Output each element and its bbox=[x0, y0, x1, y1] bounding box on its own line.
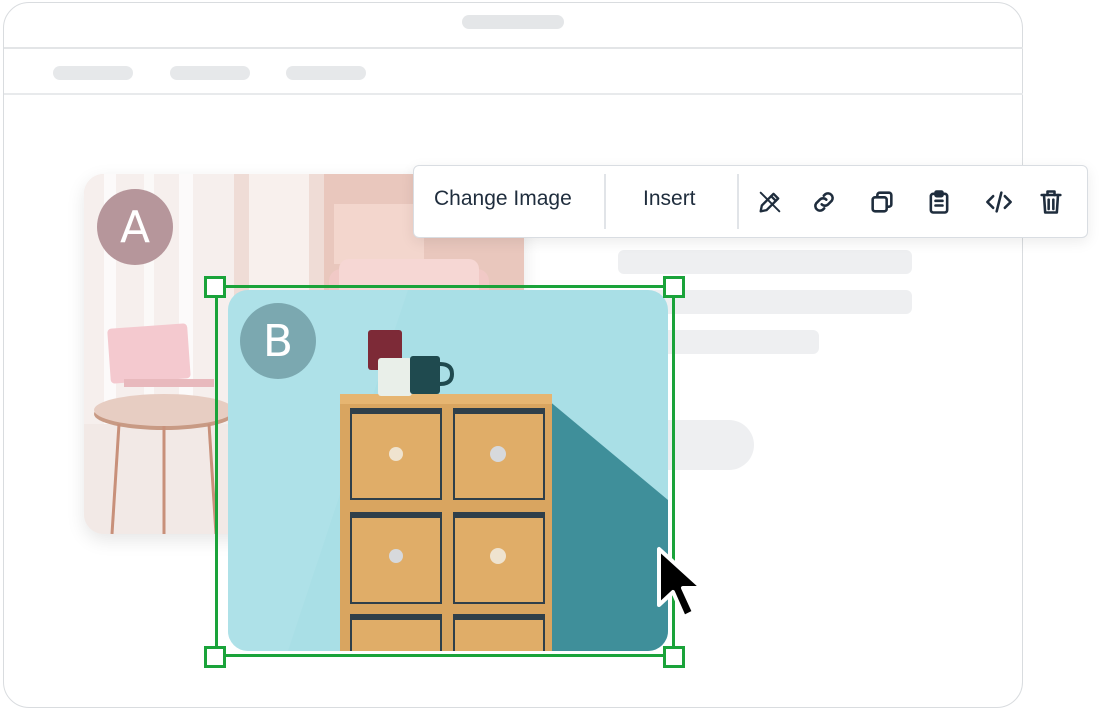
toolbar-separator bbox=[737, 174, 739, 229]
nav-divider bbox=[4, 93, 1023, 95]
title-bar-placeholder bbox=[462, 15, 564, 29]
image-toolbar: Change Image Insert bbox=[413, 165, 1088, 238]
toolbar-separator bbox=[604, 174, 606, 229]
trash-icon[interactable] bbox=[1037, 188, 1065, 216]
duplicate-icon[interactable] bbox=[868, 188, 896, 216]
clipboard-icon[interactable] bbox=[925, 188, 953, 216]
image-a-badge: A bbox=[97, 189, 173, 265]
resize-handle-top-left[interactable] bbox=[204, 276, 226, 298]
selection-frame bbox=[215, 285, 675, 657]
mouse-cursor-icon bbox=[655, 545, 707, 626]
change-image-button[interactable]: Change Image bbox=[434, 187, 572, 211]
titlebar-divider bbox=[4, 47, 1023, 49]
resize-handle-bottom-left[interactable] bbox=[204, 646, 226, 668]
content-placeholder-line bbox=[618, 250, 912, 274]
nav-placeholder-2[interactable] bbox=[170, 66, 250, 80]
edit-pencil-icon[interactable] bbox=[756, 188, 784, 216]
nav-placeholder-3[interactable] bbox=[286, 66, 366, 80]
link-icon[interactable] bbox=[810, 188, 838, 216]
insert-button[interactable]: Insert bbox=[643, 187, 696, 211]
resize-handle-bottom-right[interactable] bbox=[663, 646, 685, 668]
nav-placeholder-1[interactable] bbox=[53, 66, 133, 80]
resize-handle-top-right[interactable] bbox=[663, 276, 685, 298]
code-icon[interactable] bbox=[985, 188, 1013, 216]
